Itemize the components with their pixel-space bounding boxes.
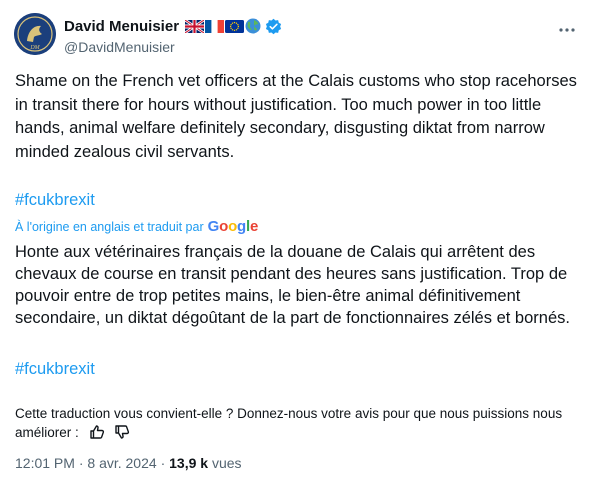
translated-hashtag-link[interactable]: #fcukbrexit <box>15 360 95 379</box>
author-display-name[interactable]: David Menuisier <box>64 18 179 35</box>
eu-flag-icon <box>225 19 245 33</box>
verified-badge-icon <box>265 18 282 35</box>
tweet-time[interactable]: 12:01 PM <box>15 455 75 471</box>
globe-icon <box>245 18 261 34</box>
tweet-meta: 12:01 PM · 8 avr. 2024 · 13,9 k vues <box>15 455 242 471</box>
translation-label: À l'origine en anglais et traduit par <box>15 219 204 234</box>
translated-text: Honte aux vétérinaires français de la do… <box>15 243 570 327</box>
views-label: vues <box>211 455 242 471</box>
meta-separator-2: · <box>160 455 166 471</box>
translation-attribution[interactable]: À l'origine en anglais et traduit par Go… <box>15 218 258 235</box>
translation-feedback: Cette traduction vous convient-elle ? Do… <box>15 404 575 442</box>
google-logo: Google <box>207 218 259 235</box>
author-names: David Menuisier @DavidMenuisier <box>64 16 282 55</box>
avatar[interactable]: DM <box>14 13 56 55</box>
france-flag-icon <box>205 19 225 33</box>
svg-text:DM: DM <box>29 45 40 51</box>
uk-flag-icon <box>185 19 205 33</box>
tweet-date[interactable]: 8 avr. 2024 <box>87 455 156 471</box>
meta-separator: · <box>78 455 84 471</box>
flag-emojis <box>185 18 261 34</box>
more-options-icon[interactable] <box>557 20 577 40</box>
views-count[interactable]: 13,9 k <box>169 455 208 471</box>
thumbs-up-icon[interactable] <box>89 424 105 440</box>
tweet-text: Shame on the French vet officers at the … <box>15 72 577 161</box>
thumbs-down-icon[interactable] <box>114 424 130 440</box>
hashtag-link[interactable]: #fcukbrexit <box>15 191 95 210</box>
author-handle[interactable]: @DavidMenuisier <box>64 39 282 55</box>
tweet-header: DM David Menuisier @DavidMenuisier <box>14 12 583 58</box>
